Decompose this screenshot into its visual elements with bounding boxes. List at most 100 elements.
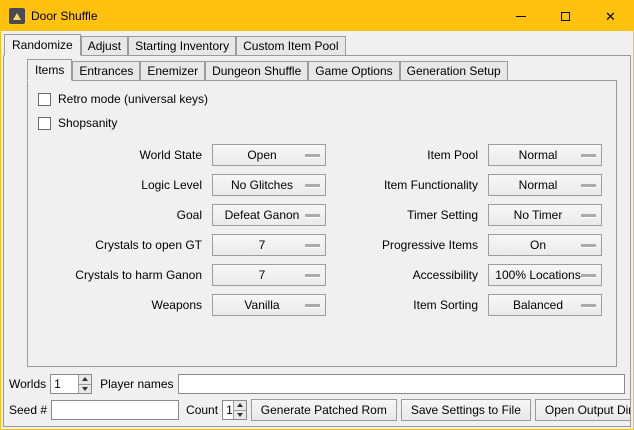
crystals-gt-dropdown[interactable]: 7 (212, 234, 326, 256)
goal-label: Goal (36, 208, 204, 222)
worlds-spinbox[interactable]: 1 (50, 374, 92, 394)
item-pool-dropdown[interactable]: Normal (488, 144, 602, 166)
close-icon: ✕ (605, 10, 616, 23)
tab-adjust[interactable]: Adjust (81, 36, 128, 56)
count-spinbox[interactable]: 1 (222, 400, 247, 420)
worlds-down-button[interactable] (79, 384, 91, 394)
tab-custom-item-pool[interactable]: Custom Item Pool (236, 36, 345, 56)
tab-enemizer[interactable]: Enemizer (140, 61, 205, 81)
timer-setting-dropdown[interactable]: No Timer (488, 204, 602, 226)
count-spinner (233, 401, 246, 419)
dropdown-indicator-icon (305, 184, 320, 187)
options-grid: World State Open Item Pool Normal Logic … (36, 140, 608, 320)
dropdown-indicator-icon (581, 274, 596, 277)
retro-mode-label[interactable]: Retro mode (universal keys) (58, 92, 208, 106)
seed-label: Seed # (9, 403, 47, 417)
seed-input[interactable] (51, 400, 179, 420)
down-arrow-icon (237, 413, 243, 417)
item-functionality-value: Normal (519, 178, 572, 192)
goal-value: Defeat Ganon (225, 208, 314, 222)
logic-level-value: No Glitches (231, 178, 307, 192)
dropdown-indicator-icon (581, 304, 596, 307)
progressive-items-value: On (530, 238, 560, 252)
window-controls: ✕ (498, 1, 633, 31)
open-output-directory-button[interactable]: Open Output Directory (535, 399, 631, 421)
accessibility-value: 100% Locations (495, 268, 594, 282)
dropdown-indicator-icon (305, 214, 320, 217)
count-down-button[interactable] (234, 410, 246, 420)
door-shuffle-window: Door Shuffle ✕ Randomize Adjust Starting… (0, 0, 634, 430)
crystals-ganon-label: Crystals to harm Ganon (36, 268, 204, 282)
down-arrow-icon (82, 387, 88, 391)
tab-randomize[interactable]: Randomize (4, 34, 81, 56)
tab-entrances[interactable]: Entrances (72, 61, 140, 81)
up-arrow-icon (237, 403, 243, 407)
weapons-dropdown[interactable]: Vanilla (212, 294, 326, 316)
item-functionality-label: Item Functionality (334, 178, 480, 192)
timer-setting-label: Timer Setting (334, 208, 480, 222)
sub-tab-bar: Items Entrances Enemizer Dungeon Shuffle… (27, 59, 630, 81)
item-sorting-label: Item Sorting (334, 298, 480, 312)
app-icon (9, 8, 25, 24)
player-names-label: Player names (100, 377, 173, 391)
item-functionality-dropdown[interactable]: Normal (488, 174, 602, 196)
dropdown-indicator-icon (305, 304, 320, 307)
triforce-glyph (13, 13, 21, 20)
worlds-label: Worlds (9, 377, 46, 391)
goal-dropdown[interactable]: Defeat Ganon (212, 204, 326, 226)
items-tab-panel: Retro mode (universal keys) Shopsanity W… (27, 80, 617, 367)
count-value[interactable]: 1 (223, 401, 233, 419)
generate-patched-rom-button[interactable]: Generate Patched Rom (251, 399, 397, 421)
weapons-value: Vanilla (244, 298, 293, 312)
count-label: Count (186, 403, 218, 417)
dropdown-indicator-icon (305, 154, 320, 157)
maximize-icon (561, 12, 570, 21)
item-sorting-value: Balanced (513, 298, 577, 312)
crystals-ganon-dropdown[interactable]: 7 (212, 264, 326, 286)
maximize-button[interactable] (543, 1, 588, 31)
crystals-ganon-value: 7 (259, 268, 280, 282)
minimize-button[interactable] (498, 1, 543, 31)
dropdown-indicator-icon (305, 274, 320, 277)
worlds-value[interactable]: 1 (51, 375, 78, 393)
tab-starting-inventory[interactable]: Starting Inventory (128, 36, 236, 56)
count-up-button[interactable] (234, 401, 246, 410)
seed-row: Seed # Count 1 Generate Patched Rom Save… (9, 399, 625, 421)
item-sorting-dropdown[interactable]: Balanced (488, 294, 602, 316)
dropdown-indicator-icon (581, 184, 596, 187)
close-button[interactable]: ✕ (588, 1, 633, 31)
tab-items[interactable]: Items (27, 59, 72, 81)
tab-dungeon-shuffle[interactable]: Dungeon Shuffle (205, 61, 308, 81)
up-arrow-icon (82, 377, 88, 381)
shopsanity-label[interactable]: Shopsanity (58, 116, 117, 130)
progressive-items-dropdown[interactable]: On (488, 234, 602, 256)
item-pool-value: Normal (519, 148, 572, 162)
randomize-panel: Items Entrances Enemizer Dungeon Shuffle… (3, 55, 631, 427)
accessibility-dropdown[interactable]: 100% Locations (488, 264, 602, 286)
player-names-input[interactable] (178, 374, 626, 394)
main-tab-bar: Randomize Adjust Starting Inventory Cust… (1, 31, 633, 56)
accessibility-label: Accessibility (334, 268, 480, 282)
bottom-controls: Worlds 1 Player names Seed # Count 1 (4, 374, 630, 426)
window-title: Door Shuffle (31, 9, 98, 23)
timer-setting-value: No Timer (514, 208, 577, 222)
tab-game-options[interactable]: Game Options (308, 61, 399, 81)
worlds-spinner (78, 375, 91, 393)
world-state-value: Open (247, 148, 290, 162)
world-state-dropdown[interactable]: Open (212, 144, 326, 166)
item-pool-label: Item Pool (334, 148, 480, 162)
shopsanity-checkbox[interactable] (38, 117, 51, 130)
crystals-gt-value: 7 (259, 238, 280, 252)
worlds-up-button[interactable] (79, 375, 91, 384)
retro-mode-checkbox[interactable] (38, 93, 51, 106)
logic-level-label: Logic Level (36, 178, 204, 192)
dropdown-indicator-icon (581, 154, 596, 157)
logic-level-dropdown[interactable]: No Glitches (212, 174, 326, 196)
tab-generation-setup[interactable]: Generation Setup (400, 61, 508, 81)
save-settings-button[interactable]: Save Settings to File (401, 399, 531, 421)
crystals-gt-label: Crystals to open GT (36, 238, 204, 252)
dropdown-indicator-icon (581, 244, 596, 247)
titlebar[interactable]: Door Shuffle ✕ (1, 1, 633, 31)
progressive-items-label: Progressive Items (334, 238, 480, 252)
worlds-row: Worlds 1 Player names (9, 374, 625, 394)
